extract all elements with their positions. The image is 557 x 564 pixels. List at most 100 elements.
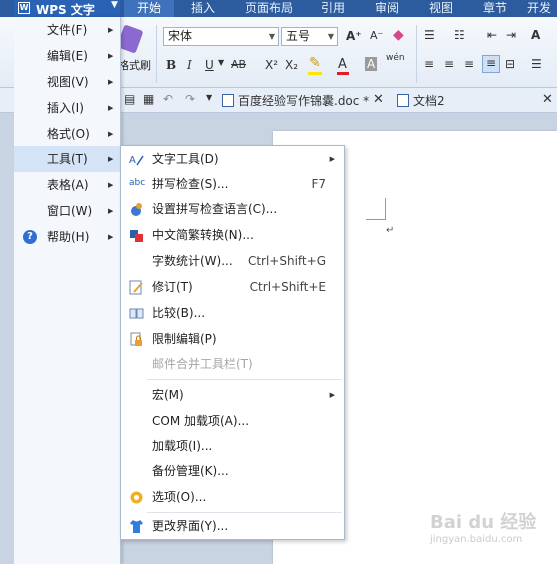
tab-view[interactable]: 视图 [420,0,462,17]
close-all-icon[interactable]: ✕ [542,92,553,107]
wps-app-menu-button[interactable]: W WPS 文字 ▼ [14,0,120,17]
subscript-button[interactable]: X₂ [285,58,298,72]
numbered-list-icon[interactable]: ☷ [454,28,465,42]
chevron-right-icon: ▶ [108,26,114,34]
bullet-list-icon[interactable]: ☰ [424,28,435,42]
chevron-down-icon[interactable]: ▼ [218,58,224,67]
wps-logo-icon: W [18,2,30,14]
tools-submenu: A 文字工具(D) ▶ abc 拼写检查(S)... F7 设置拼写检查语言(C… [120,145,345,540]
grow-font-button[interactable]: A⁺ [346,29,362,43]
menu-item-word-count[interactable]: 字数统计(W)... Ctrl+Shift+G [121,249,344,274]
italic-button[interactable]: I [187,58,192,72]
preview-icon[interactable]: ▦ [143,92,154,106]
justify-icon[interactable]: ≡ [482,55,500,73]
tab-chapter[interactable]: 章节 [474,0,516,17]
font-size-select[interactable]: 五号 ▼ [281,27,338,46]
chevron-down-icon[interactable]: ▼ [206,93,212,102]
superscript-button[interactable]: X² [265,58,278,72]
shirt-icon [130,520,143,533]
menu-item-backup[interactable]: 备份管理(K)... [121,459,344,484]
doc-tab[interactable]: 文档2 [397,91,445,111]
tab-developer[interactable]: 开发 [527,0,557,17]
font-color-bar [337,72,349,75]
font-name-select[interactable]: 宋体 ▼ [163,27,279,46]
align-center-icon[interactable]: ≡ [444,57,454,71]
tab-review[interactable]: 审阅 [366,0,408,17]
line-spacing-icon[interactable]: ☰ [531,57,542,71]
font-color-button[interactable]: A [338,57,347,72]
menu-item-table[interactable]: 表格(A) ▶ [14,172,120,198]
spellcheck-icon: abc [129,178,146,188]
menu-item-com-addins[interactable]: COM 加载项(A)... [121,409,344,434]
compare-icon [129,308,144,319]
font-name-value: 宋体 [168,29,193,43]
app-menu: 文件(F) ▶ 编辑(E) ▶ 视图(V) ▶ 插入(I) ▶ 格式(O) ▶ … [14,17,121,564]
align-right-icon[interactable]: ≡ [464,57,474,71]
menu-item-restrict-editing[interactable]: 限制编辑(P) [121,327,344,352]
doc-tab-active[interactable]: 百度经验写作锦囊.doc * [222,91,369,111]
chevron-right-icon: ▶ [108,207,114,215]
menu-item-spell-language[interactable]: 设置拼写检查语言(C)... [121,197,344,222]
chevron-right-icon: ▶ [108,181,114,189]
menu-item-file[interactable]: 文件(F) ▶ [14,17,120,43]
menu-item-tools[interactable]: 工具(T) ▶ [14,146,120,172]
menu-item-label: 宏(M) [152,388,184,402]
menu-item-options[interactable]: 选项(O)... [121,485,344,510]
shrink-font-button[interactable]: A⁻ [370,29,383,42]
menu-item-text-tools[interactable]: A 文字工具(D) ▶ [121,147,344,172]
menu-item-macro[interactable]: 宏(M) ▶ [121,383,344,408]
decrease-indent-icon[interactable]: ⇤ [487,28,497,42]
underline-button[interactable]: U [205,58,214,72]
char-shade-button[interactable]: A [365,57,378,71]
chevron-down-icon: ▼ [111,0,118,10]
menu-item-insert[interactable]: 插入(I) ▶ [14,95,120,121]
increase-indent-icon[interactable]: ⇥ [506,28,516,42]
print-preview-icon[interactable]: ▤ [124,92,135,106]
format-painter-label[interactable]: 格式刷 [118,57,151,73]
watermark-url: jingyan.baidu.com [430,534,523,545]
menu-item-spellcheck[interactable]: abc 拼写检查(S)... F7 [121,172,344,197]
clear-format-icon[interactable]: ◆ [393,27,404,43]
menu-item-compare[interactable]: 比较(B)... [121,301,344,326]
menu-item-change-ui[interactable]: 更改界面(Y)... [121,514,344,539]
menu-item-chinese-convert[interactable]: 中文简繁转换(N)... [121,223,344,248]
align-left-icon[interactable]: ≡ [424,57,434,71]
crop-mark [385,198,386,220]
menu-item-label: 文件(F) [47,23,88,37]
menu-item-help[interactable]: ? 帮助(H) ▶ [14,224,120,250]
menu-item-track-changes[interactable]: 修订(T) Ctrl+Shift+E [121,275,344,300]
menu-item-label: 设置拼写检查语言(C)... [152,202,278,216]
crop-mark [366,219,386,220]
menu-item-label: 更改界面(Y)... [152,519,229,533]
distribute-icon[interactable]: ⊟ [505,57,515,71]
tab-references[interactable]: 引用 [312,0,354,17]
menu-item-label: 工具(T) [47,152,88,166]
menu-item-window[interactable]: 窗口(W) ▶ [14,198,120,224]
font-size-value: 五号 [286,29,311,43]
chevron-right-icon: ▶ [108,130,114,138]
text-direction-icon[interactable]: A [531,28,540,42]
menu-item-view[interactable]: 视图(V) ▶ [14,69,120,95]
close-icon[interactable]: ✕ [373,92,384,107]
pinyin-guide-button[interactable]: wén [386,53,405,63]
bold-button[interactable]: B [166,58,176,72]
menu-item-label: 视图(V) [47,75,89,89]
menu-item-label: 格式(O) [47,127,90,141]
highlight-color-bar [308,72,322,75]
strikethrough-button[interactable]: AB [231,58,246,71]
redo-icon[interactable]: ↷ [185,92,195,106]
tab-page-layout[interactable]: 页面布局 [236,0,302,17]
menu-item-addins[interactable]: 加载项(I)... [121,434,344,459]
menu-item-mail-merge-toolbar: 邮件合并工具栏(T) [121,352,344,377]
menu-item-label: 限制编辑(P) [152,332,217,346]
highlighter-icon[interactable]: ✎ [309,55,321,71]
doc-tab-label: 文档2 [413,94,445,108]
tab-home[interactable]: 开始 [124,0,174,17]
menu-item-edit[interactable]: 编辑(E) ▶ [14,43,120,69]
tab-insert[interactable]: 插入 [182,0,224,17]
watermark-logo: Bai du 经验 [430,512,537,533]
shortcut-label: Ctrl+Shift+E [249,280,326,294]
menu-item-format[interactable]: 格式(O) ▶ [14,121,120,147]
chevron-right-icon: ▶ [108,52,114,60]
undo-icon[interactable]: ↶ [163,92,173,106]
